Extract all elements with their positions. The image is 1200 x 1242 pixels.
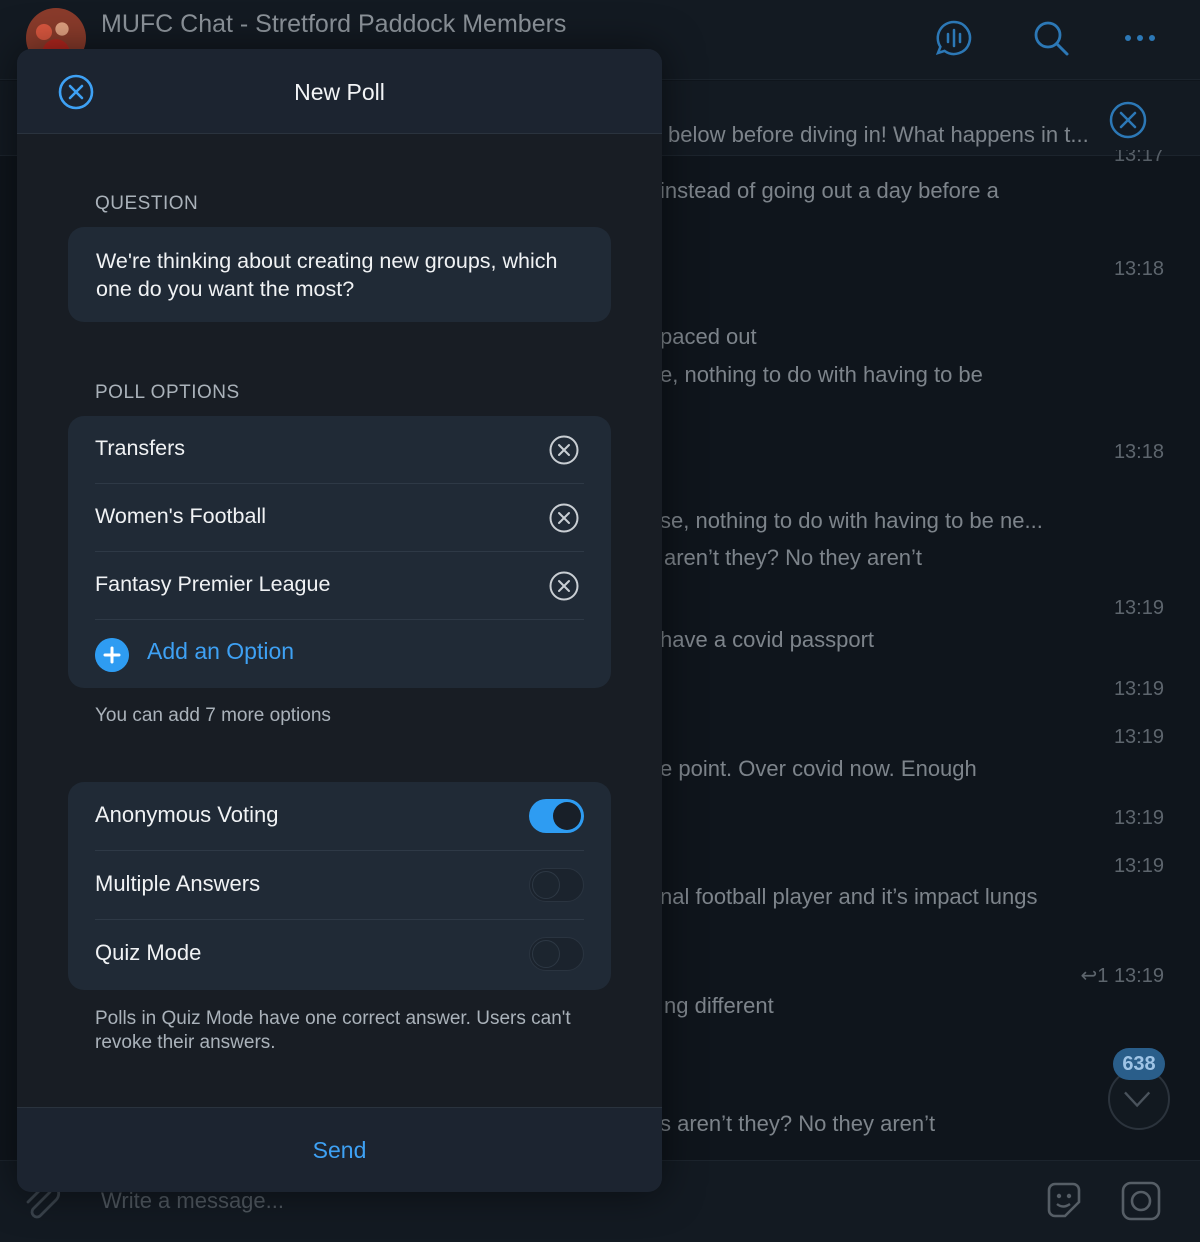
remove-option-icon[interactable]	[548, 570, 580, 602]
poll-options-label: POLL OPTIONS	[95, 382, 240, 403]
message-time: 13:19	[1113, 855, 1164, 877]
message-text: have a covid passport	[660, 627, 875, 652]
poll-options-list: Transfers Women's Football Fantasy Premi…	[68, 416, 611, 688]
anonymous-voting-toggle[interactable]	[529, 799, 584, 833]
more-icon[interactable]	[1120, 18, 1160, 58]
video-message-icon[interactable]	[1118, 1178, 1164, 1224]
quiz-mode-hint: Polls in Quiz Mode have one correct answ…	[95, 1008, 571, 1053]
poll-option-input[interactable]: Transfers	[95, 436, 185, 461]
setting-label: Anonymous Voting	[95, 802, 279, 827]
chat-title[interactable]: MUFC Chat - Stretford Paddock Members	[101, 10, 566, 39]
unread-count-badge: 638	[1113, 1048, 1165, 1080]
setting-label: Quiz Mode	[95, 940, 202, 965]
message-text: nal football player and it’s impact lung…	[660, 884, 1038, 909]
message-text: se, nothing to do with having to be ne..…	[660, 508, 1043, 533]
new-poll-dialog: New Poll QUESTION We're thinking about c…	[17, 49, 662, 1192]
poll-option-row[interactable]: Women's Football	[95, 484, 584, 552]
message-time: 13:18	[1113, 258, 1164, 280]
dialog-title: New Poll	[294, 79, 385, 105]
message-time: 13:19	[1113, 726, 1164, 748]
question-label: QUESTION	[95, 193, 199, 214]
poll-option-input[interactable]: Women's Football	[95, 504, 266, 529]
dialog-footer: Send	[17, 1107, 662, 1192]
remove-option-icon[interactable]	[548, 502, 580, 534]
toggle-knob	[553, 802, 581, 830]
message-text: paced out	[660, 324, 757, 349]
message-text: aren’t they? No they aren’t	[664, 545, 923, 570]
setting-quiz-mode[interactable]: Quiz Mode	[95, 920, 584, 989]
multiple-answers-toggle[interactable]	[529, 868, 584, 902]
message-text: s aren’t they? No they aren’t	[660, 1111, 936, 1136]
message-text: e point. Over covid now. Enough	[660, 756, 977, 781]
dialog-header: New Poll	[17, 49, 662, 134]
toggle-knob	[532, 871, 560, 899]
search-icon[interactable]	[1031, 18, 1071, 58]
message-time: 13:19	[1113, 678, 1164, 700]
setting-anonymous-voting[interactable]: Anonymous Voting	[95, 782, 584, 851]
options-remaining-hint: You can add 7 more options	[95, 705, 331, 726]
remove-option-icon[interactable]	[548, 434, 580, 466]
reply-time: 13:19	[1113, 965, 1164, 987]
message-time: 13:17	[1113, 150, 1164, 164]
plus-icon	[95, 638, 129, 672]
message-text: ng different	[664, 993, 774, 1018]
send-button[interactable]: Send	[17, 1108, 662, 1192]
setting-multiple-answers[interactable]: Multiple Answers	[95, 851, 584, 920]
poll-option-row[interactable]: Transfers	[95, 416, 584, 484]
sticker-icon[interactable]	[1041, 1178, 1087, 1224]
reply-arrow-icon: ↩	[1080, 965, 1098, 987]
setting-label: Multiple Answers	[95, 871, 261, 896]
poll-option-row[interactable]: Fantasy Premier League	[95, 552, 584, 620]
poll-option-input[interactable]: Fantasy Premier League	[95, 572, 330, 597]
add-option-label: Add an Option	[147, 638, 295, 664]
toggle-knob	[532, 940, 560, 968]
voice-chat-icon[interactable]	[934, 18, 974, 58]
question-field[interactable]: We're thinking about creating new groups…	[68, 227, 611, 322]
poll-settings: Anonymous Voting Multiple Answers Quiz M…	[68, 782, 611, 990]
add-option-button[interactable]: Add an Option	[95, 636, 584, 686]
message-text: instead of going out a day before a	[660, 178, 999, 203]
message-time: 13:18	[1113, 441, 1164, 463]
message-time: 13:19	[1113, 597, 1164, 619]
message-time: 13:19	[1113, 807, 1164, 829]
quiz-mode-toggle[interactable]	[529, 937, 584, 971]
close-pinned-icon[interactable]	[1108, 100, 1148, 140]
reply-indicator[interactable]: ↩1 13:19	[1080, 963, 1164, 988]
reply-count: 1	[1097, 965, 1109, 987]
message-text: e, nothing to do with having to be	[660, 362, 983, 387]
question-input[interactable]: We're thinking about creating new groups…	[96, 247, 576, 303]
pinned-message-text[interactable]: below before diving in! What happens in …	[668, 122, 1089, 148]
